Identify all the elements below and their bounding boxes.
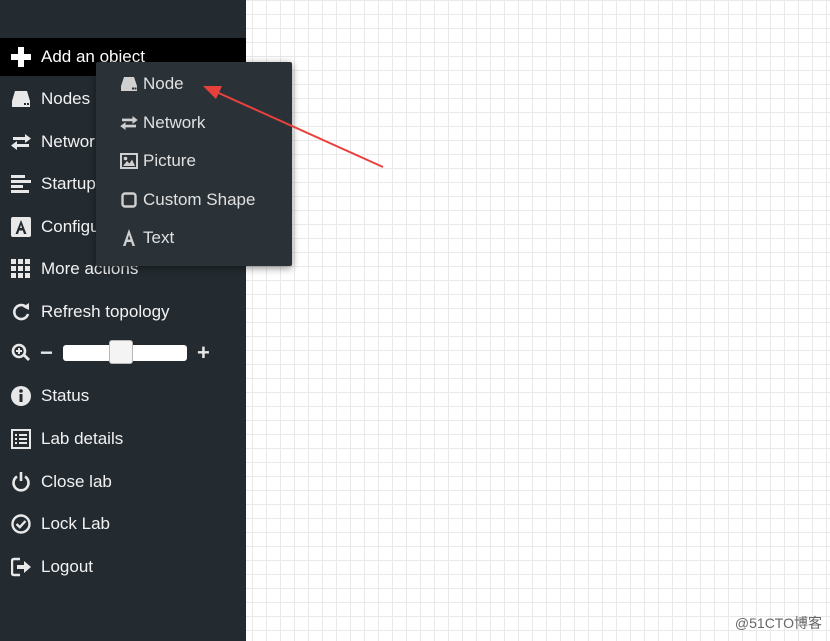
sidebar-item-close-lab[interactable]: Close lab bbox=[0, 463, 246, 501]
exchange-icon bbox=[120, 114, 138, 132]
zoom-icon bbox=[10, 342, 32, 364]
font-icon bbox=[10, 216, 32, 238]
sidebar-item-label: Nodes bbox=[41, 89, 91, 108]
watermark: @51CTO博客 bbox=[734, 615, 822, 631]
square-icon bbox=[120, 191, 138, 209]
sidebar-item-label: Lab details bbox=[41, 429, 124, 448]
sidebar-item-label: Lock Lab bbox=[41, 514, 110, 533]
sidebar-item-logout[interactable]: Logout bbox=[0, 548, 246, 586]
zoom-in-button[interactable]: + bbox=[197, 340, 210, 366]
sidebar-item-refresh-topology[interactable]: Refresh topology bbox=[0, 293, 246, 331]
dropdown-item-node[interactable]: Node bbox=[96, 66, 292, 102]
sign-out-icon bbox=[10, 556, 32, 578]
sidebar-item-lab-details[interactable]: Lab details bbox=[0, 420, 246, 458]
plus-icon bbox=[10, 46, 32, 68]
dropdown-item-label: Custom Shape bbox=[143, 190, 256, 209]
add-object-dropdown: Node Network Picture Custom Shape Text bbox=[96, 62, 292, 266]
sidebar-item-label: Status bbox=[41, 386, 90, 405]
refresh-icon bbox=[10, 301, 32, 323]
dropdown-item-picture[interactable]: Picture bbox=[96, 143, 292, 179]
info-icon bbox=[10, 385, 32, 407]
dropdown-item-text[interactable]: Text bbox=[96, 220, 292, 256]
dropdown-item-label: Network bbox=[143, 113, 206, 132]
zoom-slider-handle[interactable] bbox=[109, 340, 133, 364]
zoom-slider[interactable] bbox=[63, 340, 187, 364]
grid-icon bbox=[10, 258, 32, 280]
exchange-icon bbox=[10, 131, 32, 153]
server-icon bbox=[10, 88, 32, 110]
zoom-out-button[interactable]: − bbox=[40, 340, 54, 366]
zoom-control: − + bbox=[0, 336, 246, 370]
list-icon bbox=[10, 428, 32, 450]
align-left-icon bbox=[10, 173, 32, 195]
font-icon bbox=[120, 229, 138, 247]
dropdown-item-custom-shape[interactable]: Custom Shape bbox=[96, 182, 292, 218]
dropdown-item-label: Node bbox=[143, 74, 184, 93]
sidebar-item-lock-lab[interactable]: Lock Lab bbox=[0, 505, 246, 543]
dropdown-item-label: Picture bbox=[143, 151, 196, 170]
server-icon bbox=[120, 75, 138, 93]
sidebar-item-status[interactable]: Status bbox=[0, 377, 246, 415]
dropdown-item-network[interactable]: Network bbox=[96, 105, 292, 141]
picture-icon bbox=[120, 152, 138, 170]
sidebar-item-label: Logout bbox=[41, 557, 93, 576]
sidebar-item-label: Refresh topology bbox=[41, 302, 170, 321]
power-icon bbox=[10, 471, 32, 493]
check-circle-icon bbox=[10, 513, 32, 535]
sidebar-item-label: Close lab bbox=[41, 472, 112, 491]
dropdown-item-label: Text bbox=[143, 228, 175, 247]
